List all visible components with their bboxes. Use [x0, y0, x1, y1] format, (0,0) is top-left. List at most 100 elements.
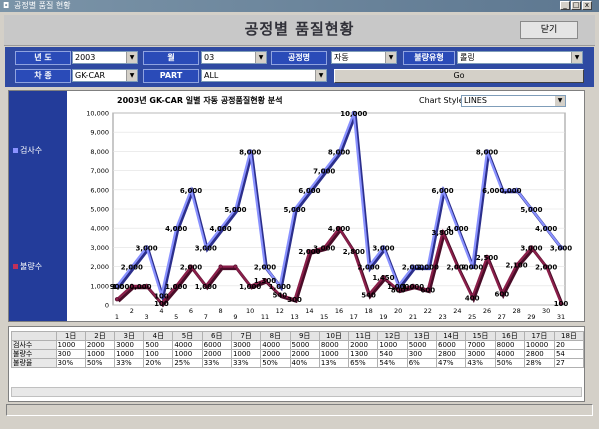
y-tick-label: 5,000	[90, 206, 109, 214]
grid-column-header[interactable]: 5日	[172, 331, 203, 341]
grid-cell[interactable]: 500	[143, 340, 174, 350]
grid-column-header[interactable]: 12日	[377, 331, 408, 341]
grid-cell[interactable]: 2000	[289, 349, 320, 359]
x-tick-label: 9	[233, 313, 237, 321]
app-icon: ◘	[3, 1, 10, 10]
grid-cell[interactable]: 1000	[55, 340, 86, 350]
horizontal-scrollbar[interactable]	[11, 387, 582, 397]
grid-cell[interactable]: 540	[377, 349, 408, 359]
grid-cell[interactable]: 43%	[465, 358, 496, 368]
grid-cell[interactable]: 8000	[318, 340, 350, 350]
grid-column-header[interactable]: 17日	[523, 331, 555, 341]
grid-column-header[interactable]: 16日	[494, 331, 525, 341]
y-tick-label: 9,000	[90, 129, 109, 137]
grid-column-header[interactable]: 9日	[289, 331, 320, 341]
grid-cell[interactable]: 300	[55, 349, 86, 359]
grid-cell[interactable]: 300	[406, 349, 438, 359]
data-label: 3,000	[520, 244, 542, 252]
grid-column-header[interactable]: 10日	[318, 331, 350, 341]
data-label: 3,800	[432, 229, 454, 237]
grid-cell[interactable]: 4000	[172, 340, 203, 350]
x-tick-label: 3	[145, 313, 149, 321]
grid-cell[interactable]: 8000	[494, 340, 525, 350]
grid-cell[interactable]: 1000	[84, 349, 116, 359]
go-button[interactable]: Go	[334, 69, 584, 83]
x-tick-label: 8	[219, 307, 223, 315]
grid-cell[interactable]: 13%	[318, 358, 350, 368]
grid-column-header[interactable]: 11日	[348, 331, 379, 341]
x-tick-label: 26	[483, 307, 491, 315]
grid-cell[interactable]: 20	[553, 340, 584, 350]
grid-column-header[interactable]: 7日	[230, 331, 262, 341]
grid-cell[interactable]: 2800	[523, 349, 555, 359]
grid-cell[interactable]: 6%	[406, 358, 438, 368]
grid-cell[interactable]: 2000	[348, 340, 379, 350]
close-window-button[interactable]: x	[582, 1, 592, 10]
x-tick-label: 31	[557, 313, 565, 321]
grid-cell[interactable]: 3000	[230, 340, 262, 350]
grid-cell[interactable]: 4000	[494, 349, 525, 359]
part-select[interactable]: ALL ▼	[201, 69, 327, 82]
grid-cell[interactable]: 2000	[84, 340, 116, 350]
defect-type-select[interactable]: 롤링 ▼	[457, 51, 583, 64]
data-label: 2,000	[121, 264, 143, 272]
grid-cell[interactable]: 3000	[465, 349, 496, 359]
data-label: 3,000	[136, 244, 158, 252]
grid-column-header[interactable]: 18日	[553, 331, 584, 341]
grid-cell[interactable]: 1000	[230, 349, 262, 359]
grid-cell[interactable]: 30%	[55, 358, 86, 368]
grid-cell[interactable]: 65%	[348, 358, 379, 368]
month-select[interactable]: 03 ▼	[201, 51, 267, 64]
x-tick-label: 2	[130, 307, 134, 315]
grid-column-header[interactable]: 13日	[406, 331, 438, 341]
grid-column-header[interactable]: 1日	[55, 331, 86, 341]
grid-cell[interactable]: 5000	[406, 340, 438, 350]
grid-cell[interactable]: 2000	[260, 349, 291, 359]
grid-column-header[interactable]: 8日	[260, 331, 291, 341]
grid-column-header[interactable]: 4日	[143, 331, 174, 341]
grid-cell[interactable]: 10000	[523, 340, 555, 350]
grid-cell[interactable]: 27	[553, 358, 584, 368]
maximize-button[interactable]: □	[571, 1, 581, 10]
grid-cell[interactable]: 1300	[348, 349, 379, 359]
grid-column-header[interactable]: 3日	[114, 331, 145, 341]
grid-cell[interactable]: 33%	[201, 358, 232, 368]
grid-cell[interactable]: 40%	[289, 358, 320, 368]
grid-cell[interactable]: 20%	[143, 358, 174, 368]
x-tick-label: 5	[174, 313, 178, 321]
grid-corner-cell	[11, 331, 57, 341]
grid-cell[interactable]: 1000	[114, 349, 145, 359]
grid-column-header[interactable]: 2日	[84, 331, 116, 341]
close-button[interactable]: 닫기	[520, 21, 578, 39]
grid-cell[interactable]: 1000	[377, 340, 408, 350]
grid-cell[interactable]: 33%	[230, 358, 262, 368]
grid-cell[interactable]: 28%	[523, 358, 555, 368]
grid-cell[interactable]: 50%	[84, 358, 116, 368]
grid-cell[interactable]: 3000	[114, 340, 145, 350]
data-label: 5,000	[284, 206, 306, 214]
grid-cell[interactable]: 50%	[260, 358, 291, 368]
grid-cell[interactable]: 33%	[114, 358, 145, 368]
grid-cell[interactable]: 50%	[494, 358, 525, 368]
minimize-button[interactable]: _	[560, 1, 570, 10]
grid-column-header[interactable]: 6日	[201, 331, 232, 341]
grid-cell[interactable]: 100	[143, 349, 174, 359]
grid-cell[interactable]: 47%	[436, 358, 467, 368]
grid-cell[interactable]: 6000	[201, 340, 232, 350]
grid-cell[interactable]: 1000	[318, 349, 350, 359]
process-select[interactable]: 자동 ▼	[331, 51, 397, 64]
grid-cell[interactable]: 4000	[260, 340, 291, 350]
grid-column-header[interactable]: 14日	[436, 331, 467, 341]
grid-column-header[interactable]: 15日	[465, 331, 496, 341]
year-select[interactable]: 2003 ▼	[72, 51, 138, 64]
grid-cell[interactable]: 54%	[377, 358, 408, 368]
grid-cell[interactable]: 5000	[289, 340, 320, 350]
grid-cell[interactable]: 2000	[201, 349, 232, 359]
grid-cell[interactable]: 54	[553, 349, 584, 359]
grid-cell[interactable]: 25%	[172, 358, 203, 368]
grid-cell[interactable]: 6000	[436, 340, 467, 350]
grid-cell[interactable]: 7000	[465, 340, 496, 350]
car-type-select[interactable]: GK-CAR ▼	[72, 69, 138, 82]
grid-cell[interactable]: 1000	[172, 349, 203, 359]
grid-cell[interactable]: 2800	[436, 349, 467, 359]
